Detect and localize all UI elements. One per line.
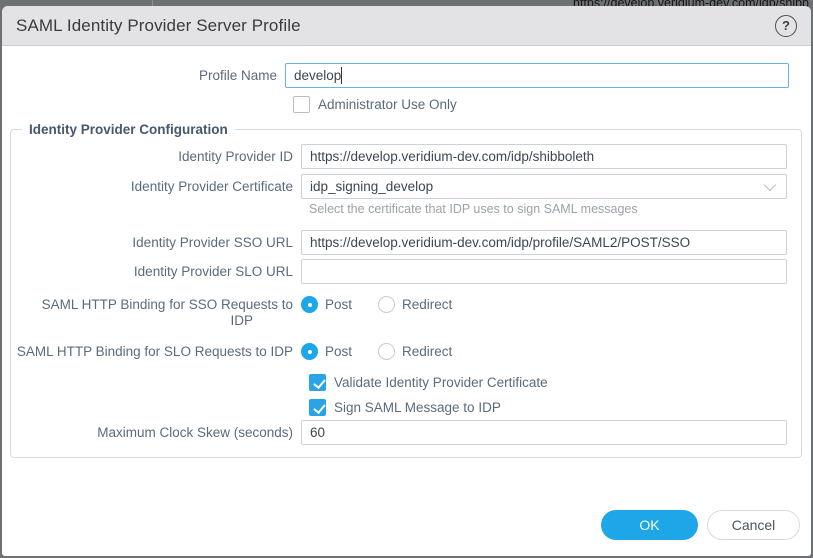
slo-binding-redirect-label: Redirect [402,343,452,360]
admin-use-only-label: Administrator Use Only [318,96,457,113]
dialog-footer: OK Cancel [601,510,800,540]
saml-idp-server-profile-dialog: SAML Identity Provider Server Profile ? … [2,6,811,556]
cancel-button[interactable]: Cancel [707,510,800,540]
idp-sso-url-label: Identity Provider SSO URL [11,230,301,255]
clock-skew-label: Maximum Clock Skew (seconds) [11,420,301,445]
profile-name-row: Profile Name [2,63,811,88]
profile-name-label: Profile Name [2,63,285,88]
sign-saml-row: Sign SAML Message to IDP [309,399,787,416]
idp-certificate-hint: Select the certificate that IDP uses to … [309,202,787,216]
profile-name-input[interactable] [285,63,789,88]
sso-binding-redirect-radio[interactable] [378,296,395,313]
clock-skew-row: Maximum Clock Skew (seconds) [11,420,787,445]
section-legend: Identity Provider Configuration [22,122,235,137]
chevron-down-icon [764,179,777,192]
sso-binding-row: SAML HTTP Binding for SSO Requests to ID… [11,292,787,329]
validate-cert-row: Validate Identity Provider Certificate [309,374,787,391]
ok-button[interactable]: OK [601,510,698,540]
text-caret [341,67,342,84]
idp-certificate-select[interactable]: idp_signing_develop [301,174,787,199]
clock-skew-input[interactable] [301,420,787,445]
sso-binding-post-label: Post [325,296,352,313]
identity-provider-configuration-section: Identity Provider Configuration Identity… [10,122,802,458]
idp-sso-url-row: Identity Provider SSO URL [11,230,787,255]
sign-saml-label: Sign SAML Message to IDP [334,399,501,416]
dialog-header: SAML Identity Provider Server Profile ? [2,6,811,46]
idp-slo-url-row: Identity Provider SLO URL [11,259,787,284]
slo-binding-options: Post Redirect [301,339,787,360]
idp-certificate-label: Identity Provider Certificate [11,174,301,199]
validate-cert-label: Validate Identity Provider Certificate [334,374,548,391]
validate-cert-checkbox[interactable] [309,374,326,391]
slo-binding-label: SAML HTTP Binding for SLO Requests to ID… [11,339,301,360]
slo-binding-redirect-radio[interactable] [378,343,395,360]
idp-id-input[interactable] [301,144,787,169]
idp-sso-url-input[interactable] [301,230,787,255]
sso-binding-redirect-label: Redirect [402,296,452,313]
help-icon[interactable]: ? [775,15,797,37]
slo-binding-post-radio[interactable] [301,343,318,360]
idp-certificate-row: Identity Provider Certificate idp_signin… [11,174,787,199]
sign-saml-checkbox[interactable] [309,399,326,416]
sso-binding-options: Post Redirect [301,292,787,313]
admin-use-only-checkbox[interactable] [293,96,310,113]
sso-binding-label: SAML HTTP Binding for SSO Requests to ID… [11,292,301,329]
sso-binding-post-radio[interactable] [301,296,318,313]
idp-slo-url-input[interactable] [301,259,787,284]
admin-use-only-row: Administrator Use Only [293,96,811,113]
idp-certificate-value: idp_signing_develop [310,179,433,194]
idp-id-row: Identity Provider ID [11,137,787,169]
idp-slo-url-label: Identity Provider SLO URL [11,259,301,284]
dialog-title: SAML Identity Provider Server Profile [16,16,301,36]
slo-binding-row: SAML HTTP Binding for SLO Requests to ID… [11,339,787,360]
slo-binding-post-label: Post [325,343,352,360]
idp-id-label: Identity Provider ID [11,144,301,169]
